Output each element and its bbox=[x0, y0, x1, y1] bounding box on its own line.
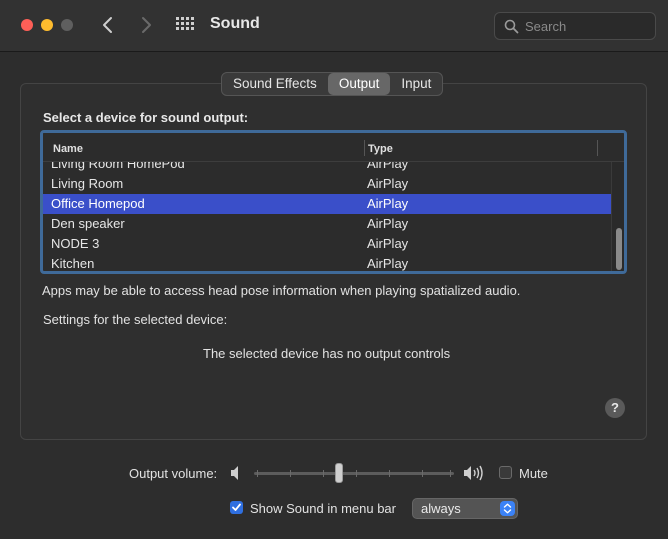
tab-bar: Sound Effects Output Input bbox=[221, 72, 444, 96]
slider-tick bbox=[323, 470, 324, 477]
back-button[interactable] bbox=[96, 13, 120, 37]
show-all-button[interactable] bbox=[176, 17, 194, 35]
device-name: Kitchen bbox=[51, 256, 95, 271]
window-title: Sound bbox=[210, 15, 260, 32]
device-type: AirPlay bbox=[367, 196, 409, 211]
minimize-window-button[interactable] bbox=[41, 19, 53, 31]
slider-tick bbox=[290, 470, 291, 477]
no-output-controls-message: The selected device has no output contro… bbox=[203, 346, 451, 361]
column-divider[interactable] bbox=[597, 140, 598, 156]
slider-tick bbox=[257, 470, 258, 477]
speaker-high-icon bbox=[463, 464, 487, 485]
slider-track bbox=[254, 472, 454, 475]
slider-tick bbox=[422, 470, 423, 477]
device-name: NODE 3 bbox=[51, 236, 100, 251]
tab-output[interactable]: Output bbox=[327, 73, 391, 95]
show-in-menu-bar-label[interactable]: Show Sound in menu bar bbox=[250, 501, 396, 516]
help-button[interactable]: ? bbox=[605, 398, 625, 418]
device-type: AirPlay bbox=[367, 256, 409, 271]
chevron-left-icon bbox=[103, 17, 112, 33]
mute-checkbox[interactable] bbox=[499, 466, 512, 479]
chevron-right-icon bbox=[142, 17, 151, 33]
slider-tick bbox=[356, 470, 357, 477]
output-volume-slider[interactable] bbox=[254, 463, 454, 483]
device-name: Living Room bbox=[51, 176, 124, 191]
output-volume-label: Output volume: bbox=[129, 466, 218, 481]
device-row-office-homepod[interactable]: Office Homepod AirPlay bbox=[43, 194, 611, 214]
close-window-button[interactable] bbox=[21, 19, 33, 31]
device-name: Den speaker bbox=[51, 216, 125, 231]
tab-input[interactable]: Input bbox=[390, 73, 442, 95]
table-scrollbar[interactable] bbox=[611, 162, 624, 271]
grid-icon bbox=[176, 17, 194, 30]
mute-label[interactable]: Mute bbox=[519, 466, 548, 481]
speaker-low-icon bbox=[230, 465, 244, 484]
device-type: AirPlay bbox=[367, 236, 409, 251]
slider-tick bbox=[389, 470, 390, 477]
output-device-table[interactable]: Living Room HomePod AirPlay Living Room … bbox=[40, 130, 627, 274]
search-field[interactable] bbox=[494, 12, 656, 40]
scrollbar-thumb[interactable] bbox=[616, 228, 622, 270]
zoom-window-button[interactable] bbox=[61, 19, 73, 31]
select-arrows bbox=[500, 501, 515, 516]
forward-button[interactable] bbox=[134, 13, 158, 37]
chevron-up-down-icon bbox=[503, 503, 512, 514]
device-type: AirPlay bbox=[367, 176, 409, 191]
title-bar: Sound bbox=[0, 0, 668, 52]
sound-preferences-window: Sound Sound Effects Output Input Select … bbox=[0, 0, 668, 539]
checkmark-icon bbox=[232, 503, 241, 511]
select-value: always bbox=[421, 501, 461, 516]
device-name: Office Homepod bbox=[51, 196, 145, 211]
column-divider[interactable] bbox=[364, 140, 365, 156]
device-settings-label: Settings for the selected device: bbox=[43, 312, 228, 327]
device-row-kitchen[interactable]: Kitchen AirPlay bbox=[43, 254, 611, 271]
slider-knob[interactable] bbox=[335, 463, 343, 483]
device-list: Living Room HomePod AirPlay Living Room … bbox=[43, 154, 611, 271]
table-header: Name Type bbox=[43, 133, 624, 162]
device-row-node-3[interactable]: NODE 3 AirPlay bbox=[43, 234, 611, 254]
select-device-label: Select a device for sound output: bbox=[43, 110, 249, 125]
show-in-menu-bar-checkbox[interactable] bbox=[230, 501, 243, 514]
column-header-name[interactable]: Name bbox=[53, 143, 83, 155]
search-input[interactable] bbox=[525, 17, 647, 35]
menu-bar-visibility-select[interactable]: always bbox=[412, 498, 518, 519]
search-icon bbox=[504, 19, 519, 34]
column-header-type[interactable]: Type bbox=[368, 143, 393, 155]
device-row-den-speaker[interactable]: Den speaker AirPlay bbox=[43, 214, 611, 234]
slider-tick bbox=[450, 470, 451, 477]
device-row-living-room[interactable]: Living Room AirPlay bbox=[43, 174, 611, 194]
device-type: AirPlay bbox=[367, 216, 409, 231]
tab-sound-effects[interactable]: Sound Effects bbox=[222, 73, 328, 95]
head-pose-note: Apps may be able to access head pose inf… bbox=[42, 283, 521, 298]
